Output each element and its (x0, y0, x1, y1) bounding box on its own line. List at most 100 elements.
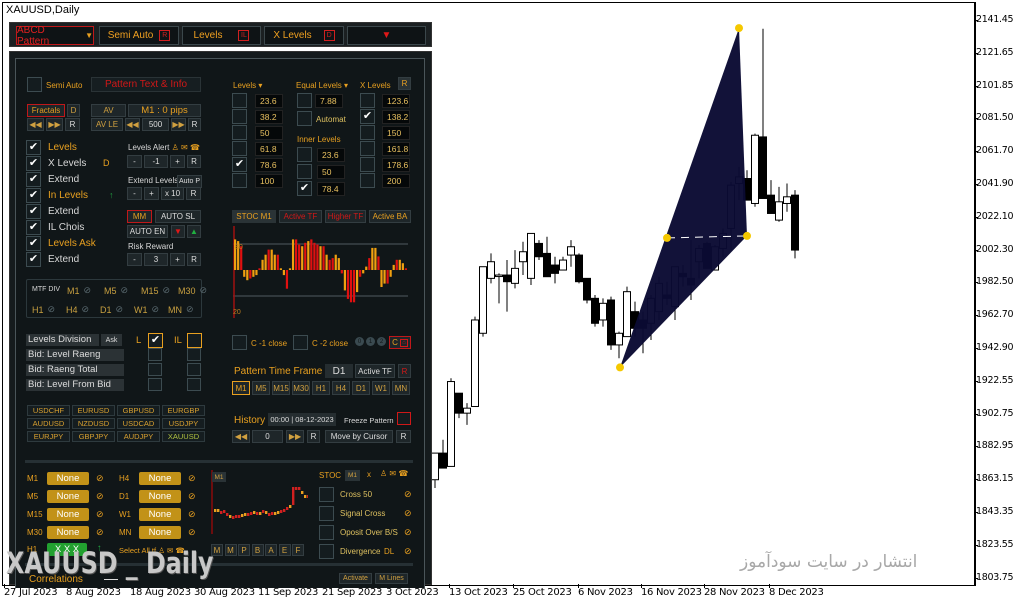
x-level-checkbox[interactable] (360, 141, 375, 156)
bell-icon[interactable]: ♙ (172, 143, 179, 152)
x-level-value[interactable]: 178.6 (382, 158, 410, 172)
blocked-icon[interactable]: ⊘ (404, 527, 412, 538)
extend-minus-button[interactable]: - (127, 187, 142, 200)
pattern-letter-button[interactable]: B (251, 544, 264, 556)
extend-multiplier[interactable]: x 10 (161, 187, 184, 200)
ask-button[interactable]: Ask (101, 334, 122, 346)
pattern-letter-button[interactable]: F (292, 544, 304, 556)
rr-reset-button[interactable]: R (187, 253, 201, 266)
av-button[interactable]: AV (91, 104, 126, 117)
pattern-letter-button[interactable]: M (224, 544, 237, 556)
tf-alert-select[interactable]: None (139, 472, 181, 485)
price-chart[interactable] (430, 2, 975, 585)
levels-division-il-checkbox[interactable] (187, 333, 202, 348)
semi-auto-checkbox[interactable] (27, 77, 42, 92)
level-value[interactable]: 38.2 (255, 110, 283, 124)
rr-minus-button[interactable]: - (127, 253, 142, 266)
level-value[interactable]: 50 (255, 126, 283, 140)
tf-alert-select[interactable]: None (47, 508, 89, 521)
mtf-item[interactable]: M1 ⊘ (67, 285, 91, 296)
extend-plus-button[interactable]: + (144, 187, 159, 200)
currency-button[interactable]: NZDUSD (72, 418, 115, 429)
c-option-badge[interactable]: 2 (377, 337, 386, 346)
currency-button[interactable]: GBPJPY (72, 431, 115, 442)
phone-icon[interactable]: ☎ (190, 143, 200, 152)
level-checkbox[interactable]: ✔ (232, 157, 247, 172)
timeframe-button[interactable]: W1 (372, 381, 390, 395)
x-level-value[interactable]: 138.2 (382, 110, 410, 124)
bid-il-checkbox[interactable] (187, 348, 201, 361)
currency-button[interactable]: XAUUSD (162, 431, 205, 442)
sell-arrow-button[interactable]: ▼ (171, 225, 185, 238)
rr-value[interactable]: 3 (144, 253, 168, 266)
bid-l-checkbox[interactable] (148, 363, 162, 376)
blocked-icon[interactable]: ⊘ (188, 509, 196, 520)
timeframe-button[interactable]: MN (392, 381, 410, 395)
level-value[interactable]: 78.6 (255, 158, 283, 172)
fractals-prev-button[interactable]: ◀◀ (27, 118, 44, 131)
av-le-next-button[interactable]: ▶▶ (171, 118, 186, 131)
blocked-icon[interactable]: ⊘ (96, 491, 104, 502)
phone-icon[interactable]: ☎ (398, 469, 408, 478)
fractals-reset-button[interactable]: R (65, 118, 80, 131)
blocked-icon[interactable]: ⊘ (96, 509, 104, 520)
stoc-option-checkbox[interactable] (319, 487, 334, 502)
stoc-option-checkbox[interactable] (319, 544, 334, 559)
x-level-value[interactable]: 150 (382, 126, 410, 140)
tf-alert-select[interactable]: None (47, 526, 89, 539)
tf-alert-select[interactable]: None (47, 472, 89, 485)
av-le-reset-button[interactable]: R (188, 118, 201, 131)
blocked-icon[interactable]: ⊘ (188, 527, 196, 538)
level-value[interactable]: 23.6 (255, 94, 283, 108)
currency-button[interactable]: EURUSD (72, 405, 115, 416)
inner-level-checkbox[interactable] (297, 164, 312, 179)
list-checkbox[interactable]: ✔ (26, 204, 41, 219)
list-checkbox[interactable]: ✔ (26, 188, 41, 203)
buy-arrow-button[interactable]: ▲ (187, 225, 201, 238)
x-level-checkbox[interactable] (360, 93, 375, 108)
levels-division-l-checkbox[interactable]: ✔ (148, 333, 163, 348)
c-option-badge[interactable]: 0 (355, 337, 364, 346)
stoc-tab[interactable]: STOC M1 (232, 210, 276, 223)
alert-minus-button[interactable]: - (127, 155, 142, 168)
list-checkbox[interactable]: ✔ (26, 156, 41, 171)
level-checkbox[interactable] (232, 125, 247, 140)
fractals-d-button[interactable]: D (67, 104, 80, 117)
m-lines-button[interactable]: M Lines (375, 573, 408, 584)
mail-icon[interactable]: ✉ (181, 143, 188, 152)
currency-button[interactable]: EURJPY (27, 431, 70, 442)
bid-il-checkbox[interactable] (187, 378, 201, 391)
inner-level-checkbox[interactable] (297, 147, 312, 162)
stoc-tab[interactable]: Active TF (279, 210, 322, 223)
c-lock-button[interactable]: C ⌂ (389, 336, 411, 349)
currency-button[interactable]: AUDUSD (27, 418, 70, 429)
history-reset-button[interactable]: R (307, 430, 320, 443)
timeframe-button[interactable]: M15 (272, 381, 290, 395)
mm-button[interactable]: MM (127, 210, 152, 223)
timeframe-button[interactable]: M30 (292, 381, 310, 395)
av-le-button[interactable]: AV LE (91, 118, 123, 131)
inner-level-checkbox[interactable]: ✔ (297, 181, 312, 196)
tf-alert-select[interactable]: None (47, 490, 89, 503)
x-level-value[interactable]: 200 (382, 174, 410, 188)
pattern-letter-button[interactable]: P (238, 544, 250, 556)
inner-level-value[interactable]: 78.4 (317, 182, 345, 196)
blocked-icon[interactable]: ⊘ (188, 473, 196, 484)
inner-level-value[interactable]: 50 (317, 165, 345, 179)
mtf-item[interactable]: M5 ⊘ (104, 285, 128, 296)
alert-value[interactable]: -1 (144, 155, 168, 168)
level-checkbox[interactable] (232, 141, 247, 156)
av-le-prev-button[interactable]: ◀◀ (125, 118, 140, 131)
ptf-reset-button[interactable]: R (398, 364, 411, 378)
list-checkbox[interactable]: ✔ (26, 236, 41, 251)
x-level-value[interactable]: 161.8 (382, 142, 410, 156)
auto-sl-button[interactable]: AUTO SL (155, 210, 201, 223)
timeframe-button[interactable]: D1 (352, 381, 370, 395)
move-reset-button[interactable]: R (396, 430, 411, 443)
stoc-option-checkbox[interactable] (319, 506, 334, 521)
timeframe-button[interactable]: H1 (312, 381, 330, 395)
blocked-icon[interactable]: ⊘ (96, 527, 104, 538)
stoc-option-checkbox[interactable] (319, 525, 334, 540)
inner-level-value[interactable]: 23.6 (317, 148, 345, 162)
equal-level-value[interactable]: 7.88 (315, 94, 343, 108)
